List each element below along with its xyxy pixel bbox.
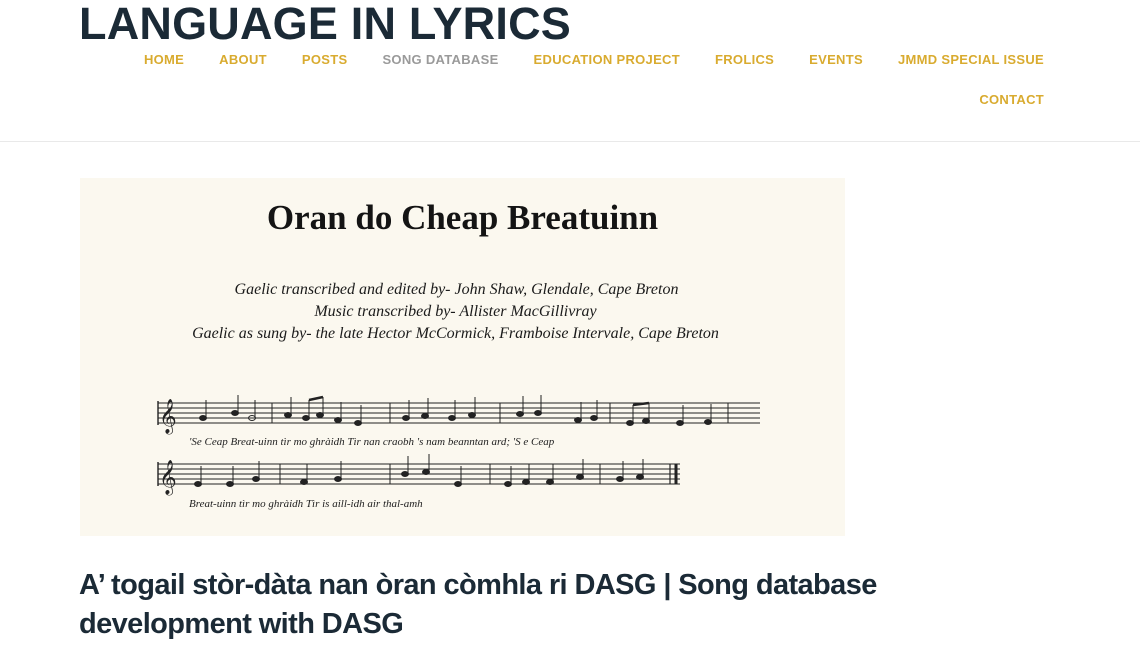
nav-home[interactable]: HOME [144,52,184,68]
post-title-link[interactable]: A’ togail stòr-dàta nan òran còmhla ri D… [79,566,1039,644]
nav-frolics[interactable]: FROLICS [715,52,774,68]
nav-posts[interactable]: POSTS [302,52,348,68]
lyric-line: 'Se Ceap Breat-uinn tìr mo ghràidh Tìr n… [189,436,555,448]
svg-text:𝄞: 𝄞 [159,399,177,435]
nav-events[interactable]: EVENTS [809,52,863,68]
nav-jmmd-special-issue[interactable]: JMMD SPECIAL ISSUE [898,52,1044,68]
header-divider [0,141,1140,142]
site-title[interactable]: LANGUAGE IN LYRICS [79,0,571,50]
lyric-line: Breat-uinn tìr mo ghràidh Tìr is aill-id… [189,498,423,510]
nav-contact[interactable]: CONTACT [979,92,1044,108]
featured-image[interactable]: Oran do Cheap Breatuinn Gaelic transcrib… [80,178,845,536]
nav-about[interactable]: ABOUT [219,52,267,68]
primary-nav: HOME ABOUT POSTS SONG DATABASE EDUCATION… [109,52,1044,68]
primary-nav-row2: CONTACT [944,92,1044,108]
music-staff-illustration: 𝄞 𝄞 [157,395,760,496]
svg-text:𝄞: 𝄞 [159,460,177,496]
nav-song-database[interactable]: SONG DATABASE [382,52,498,68]
nav-education-project[interactable]: EDUCATION PROJECT [534,52,680,68]
